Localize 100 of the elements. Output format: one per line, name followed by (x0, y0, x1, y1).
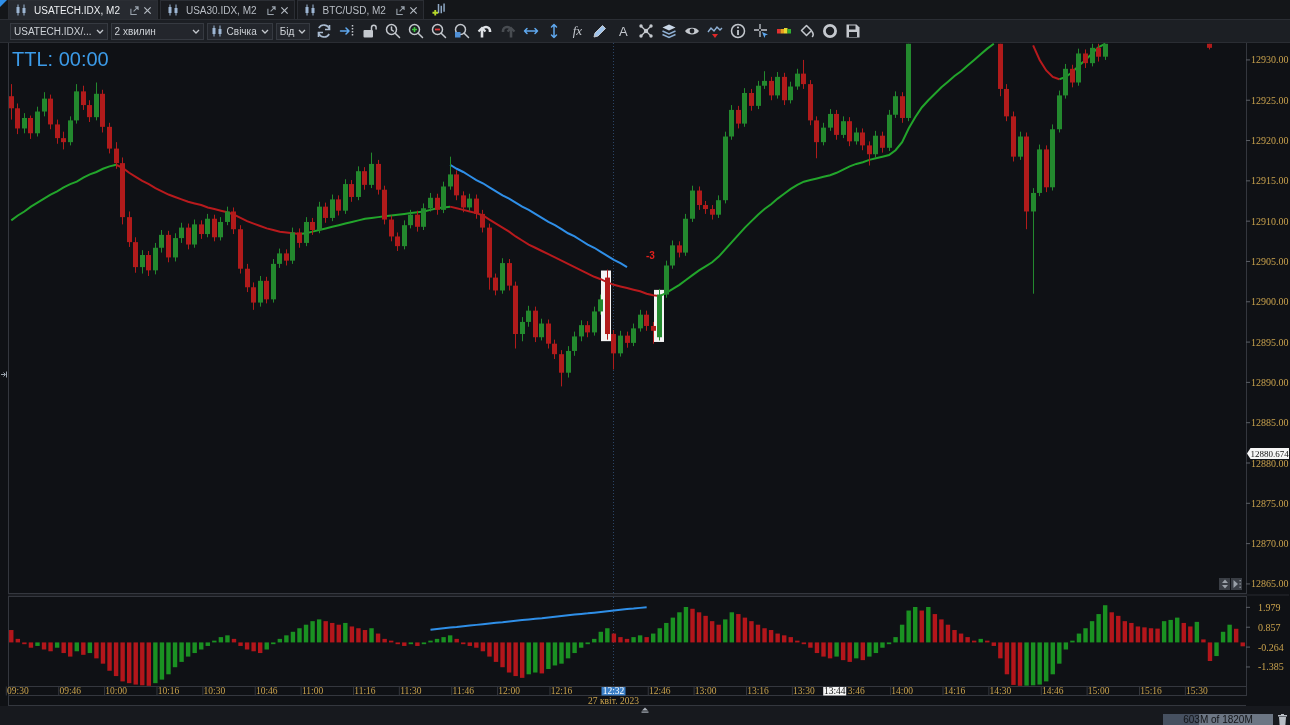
caret-icon (191, 28, 200, 34)
square-arrow-icon[interactable] (129, 5, 139, 15)
layers-icon[interactable] (660, 22, 679, 40)
candle (107, 122, 112, 154)
zoom-out-icon[interactable] (430, 22, 449, 40)
candle (749, 88, 754, 112)
time-axis-label: 09:46 (59, 686, 82, 696)
candles-icon (303, 4, 316, 16)
time-axis-label: 15:00 (1087, 686, 1110, 696)
candle (35, 106, 40, 137)
candles-icon (15, 4, 27, 16)
dropdown[interactable]: Бід (275, 22, 311, 40)
close-icon[interactable] (142, 5, 152, 15)
candle (1103, 43, 1108, 61)
crosshair-icon[interactable] (752, 22, 771, 40)
time-axis-label: 11:46 (452, 686, 474, 696)
price-axis-label: 12870.00 (1251, 538, 1289, 550)
cursor-price-label: 12880.674 (1247, 448, 1289, 460)
candle (1083, 48, 1088, 69)
close-icon[interactable] (408, 5, 418, 15)
candle (297, 227, 302, 249)
close-icon[interactable] (279, 5, 289, 15)
candle (500, 257, 505, 295)
paint-bucket-icon[interactable] (798, 22, 817, 40)
candle (1207, 43, 1212, 50)
time-axis-label: 14:16 (943, 686, 966, 696)
time-axis-label: 10:46 (255, 686, 278, 696)
info-icon[interactable] (729, 22, 748, 40)
time-axis-label: 10:16 (157, 686, 180, 696)
up-down-arrows-icon[interactable] (1219, 578, 1230, 590)
time-axis-label: 11:30 (400, 686, 422, 696)
candle (1011, 111, 1016, 162)
ring-icon[interactable] (821, 22, 840, 40)
caret-icon (95, 28, 104, 34)
price-axis-label: 12925.00 (1251, 94, 1289, 106)
candle (166, 230, 171, 263)
candle (559, 349, 564, 387)
nodes-icon[interactable] (637, 22, 656, 40)
time-axis-label: 13:30 (793, 686, 815, 696)
indicator-axis-label: -1.385 (1258, 661, 1284, 673)
time-axis-label: 3:46 (847, 686, 865, 696)
price-axis-label: 12905.00 (1251, 255, 1289, 267)
candle (690, 185, 695, 223)
add-chart-icon[interactable] (431, 3, 445, 16)
time-axis-label: 10:00 (105, 686, 127, 696)
time-axis-label: 09:30 (7, 686, 29, 696)
magnifier-clock-icon[interactable] (384, 22, 403, 40)
time-axis-label: 13:16 (747, 686, 769, 696)
text-tool-button[interactable]: A (614, 22, 633, 40)
time-axis-label: 13:00 (694, 686, 717, 696)
timer-text: TTL: 00:00 (12, 48, 109, 71)
time-axis-label: 11:16 (354, 686, 376, 696)
arrow-up-bar-icon[interactable] (641, 707, 649, 713)
padlock-icon[interactable] (361, 22, 380, 40)
price-axis-label: 12910.00 (1251, 215, 1289, 227)
play-dots-icon[interactable] (1231, 578, 1242, 590)
time-axis-label: 14:00 (891, 686, 913, 696)
cursor-time-label: 12:32 (601, 686, 626, 696)
candle (880, 131, 885, 154)
candles-icon (166, 4, 179, 16)
price-axis-label: 12930.00 (1251, 54, 1289, 66)
chart-tab[interactable]: USA30.IDX, M2 (159, 0, 295, 19)
square-arrow-icon[interactable] (395, 5, 405, 15)
chart-tab[interactable]: BTC/USD, M2 (296, 0, 424, 19)
annotation-text: -3 (646, 250, 655, 262)
indicator-axis-label: -0.264 (1258, 641, 1284, 653)
dropdown[interactable]: Свічка (206, 22, 273, 40)
save-icon[interactable] (844, 22, 863, 40)
price-axis-label: 12900.00 (1251, 296, 1289, 308)
memory-text: 603M of 1820M (1183, 714, 1253, 725)
price-axis-label: 12915.00 (1251, 175, 1289, 187)
price-axis-label: 12920.00 (1251, 135, 1289, 147)
zoom-in-icon[interactable] (407, 22, 426, 40)
time-axis-label: 12:16 (550, 686, 573, 696)
caret-icon (298, 28, 307, 34)
time-axis-label: 14:30 (989, 686, 1012, 696)
candle (821, 122, 826, 146)
price-axis-label: 12865.00 (1251, 578, 1289, 590)
candle (618, 330, 623, 358)
side-arrow-icon[interactable] (1, 371, 7, 378)
cursor-date-label: 27 квіт. 2023 (588, 695, 639, 706)
current-time-label: 13:44 (823, 686, 847, 696)
function-button[interactable]: fx (568, 22, 587, 40)
dropdown[interactable]: 2 хвилин (110, 22, 204, 40)
time-axis-label: 15:16 (1140, 686, 1162, 696)
trash-icon[interactable] (1278, 714, 1287, 725)
chart-tab[interactable]: USATECH.IDX, M2 (8, 0, 158, 19)
candle (428, 192, 433, 212)
time-axis-label: 15:30 (1186, 686, 1208, 696)
candles-icon (210, 25, 223, 37)
price-axis-label: 12880.00 (1251, 457, 1289, 469)
square-arrow-icon[interactable] (266, 5, 276, 15)
time-axis-label: 14:46 (1041, 686, 1064, 696)
time-axis-label: 10:30 (203, 686, 226, 696)
price-axis-label: 12875.00 (1251, 497, 1289, 509)
time-axis-label: 12:00 (498, 686, 520, 696)
time-axis-label: 12:46 (648, 686, 671, 696)
dropdown[interactable]: USATECH.IDX/... (10, 22, 108, 40)
price-axis-label: 12895.00 (1251, 336, 1289, 348)
price-axis-label: 12885.00 (1251, 417, 1289, 429)
